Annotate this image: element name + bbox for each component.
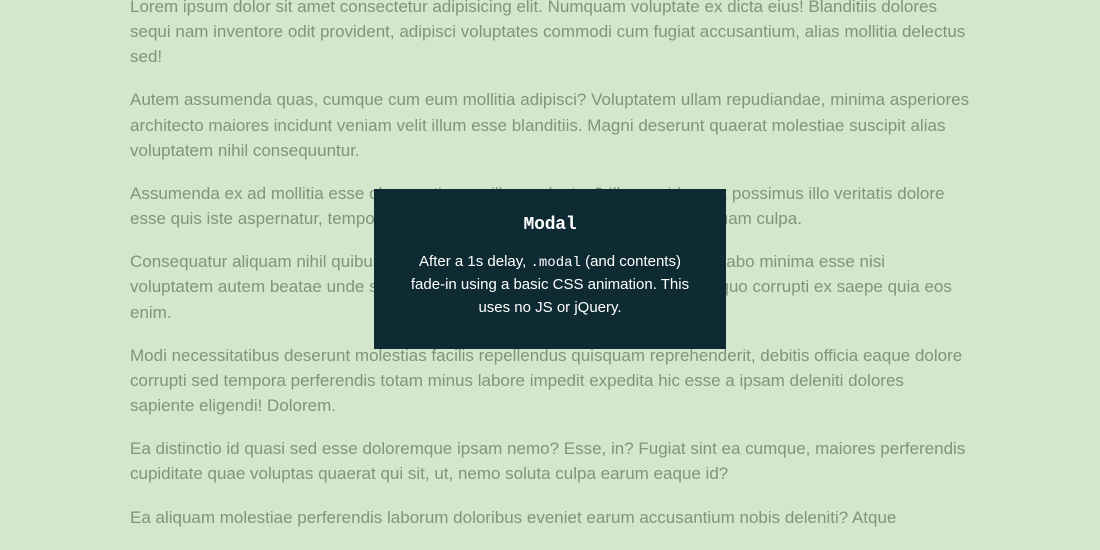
- modal-body: After a 1s delay, .modal (and contents) …: [408, 251, 692, 319]
- modal[interactable]: Modal After a 1s delay, .modal (and cont…: [374, 189, 726, 349]
- modal-title: Modal: [408, 215, 692, 235]
- paragraph: Lorem ipsum dolor sit amet consectetur a…: [130, 0, 970, 69]
- paragraph: Modi necessitatibus deserunt molestias f…: [130, 343, 970, 418]
- paragraph: Ea distinctio id quasi sed esse doloremq…: [130, 436, 970, 486]
- page: Lorem ipsum dolor sit amet consectetur a…: [0, 0, 1100, 544]
- paragraph: Ea aliquam molestiae perferendis laborum…: [130, 505, 970, 530]
- paragraph: Autem assumenda quas, cumque cum eum mol…: [130, 87, 970, 162]
- modal-body-prefix: After a 1s delay,: [419, 253, 530, 270]
- modal-code: .modal: [530, 255, 580, 271]
